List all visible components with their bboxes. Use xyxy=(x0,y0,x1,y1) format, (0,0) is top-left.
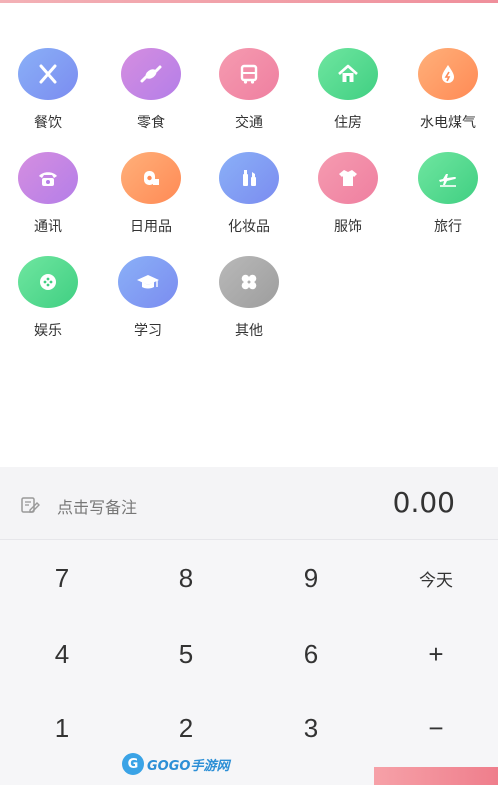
gamepad-icon xyxy=(18,256,78,308)
key-9[interactable]: 9 xyxy=(249,541,373,615)
house-icon xyxy=(318,48,378,100)
category-daily-goods[interactable]: 日用品 xyxy=(106,152,196,236)
note-row[interactable]: 点击写备注 0.00 xyxy=(0,467,498,540)
category-telecom[interactable]: 通讯 xyxy=(3,152,93,236)
category-label: 住房 xyxy=(334,115,362,131)
airplane-icon xyxy=(418,152,478,204)
category-label: 化妆品 xyxy=(228,219,270,235)
minus-key[interactable]: − xyxy=(374,691,498,765)
category-utilities[interactable]: 水电煤气 xyxy=(403,48,493,132)
category-label: 旅行 xyxy=(434,219,462,235)
top-accent-line xyxy=(0,0,498,3)
category-dining[interactable]: 餐饮 xyxy=(3,48,93,132)
key-7[interactable]: 7 xyxy=(0,541,124,615)
bus-icon xyxy=(219,48,279,100)
category-snacks[interactable]: 零食 xyxy=(106,48,196,132)
input-panel: 点击写备注 0.00 7 8 9 今天 4 5 6 + 1 2 3 − xyxy=(0,467,498,785)
four-leaf-icon xyxy=(219,256,279,308)
category-label: 通讯 xyxy=(34,219,62,235)
telephone-icon xyxy=(18,152,78,204)
category-label: 餐饮 xyxy=(34,115,62,131)
category-label: 其他 xyxy=(235,323,263,339)
graduation-cap-icon xyxy=(118,256,178,308)
amount-display: 0.00 xyxy=(392,486,455,519)
category-entertainment[interactable]: 娱乐 xyxy=(3,256,93,340)
category-label: 交通 xyxy=(235,115,263,131)
shirt-icon xyxy=(318,152,378,204)
utensils-icon xyxy=(18,48,78,100)
category-transport[interactable]: 交通 xyxy=(204,48,294,132)
candy-icon xyxy=(121,48,181,100)
watermark-logo: G xyxy=(122,753,144,775)
date-today-button[interactable]: 今天 xyxy=(374,541,498,615)
confirm-button[interactable] xyxy=(374,767,498,785)
key-3[interactable]: 3 xyxy=(249,691,373,765)
category-label: 娱乐 xyxy=(34,323,62,339)
category-clothing[interactable]: 服饰 xyxy=(303,152,393,236)
cosmetics-icon xyxy=(219,152,279,204)
category-other[interactable]: 其他 xyxy=(204,256,294,340)
category-travel[interactable]: 旅行 xyxy=(403,152,493,236)
key-6[interactable]: 6 xyxy=(249,617,373,691)
category-housing[interactable]: 住房 xyxy=(303,48,393,132)
category-cosmetics[interactable]: 化妆品 xyxy=(204,152,294,236)
category-label: 日用品 xyxy=(130,219,172,235)
watermark-text: GOGO手游网 xyxy=(147,758,230,774)
category-label: 零食 xyxy=(137,115,165,131)
category-label: 服饰 xyxy=(334,219,362,235)
note-input[interactable]: 点击写备注 xyxy=(57,494,137,518)
watermark: G GOGO手游网 xyxy=(122,752,229,776)
water-drop-icon xyxy=(418,48,478,100)
key-8[interactable]: 8 xyxy=(124,541,248,615)
key-1[interactable]: 1 xyxy=(0,691,124,765)
plus-key[interactable]: + xyxy=(374,617,498,691)
key-4[interactable]: 4 xyxy=(0,617,124,691)
category-study[interactable]: 学习 xyxy=(103,256,193,340)
edit-note-icon xyxy=(20,495,40,515)
key-5[interactable]: 5 xyxy=(124,617,248,691)
tissue-roll-icon xyxy=(121,152,181,204)
category-label: 水电煤气 xyxy=(420,115,476,131)
category-label: 学习 xyxy=(134,323,162,339)
